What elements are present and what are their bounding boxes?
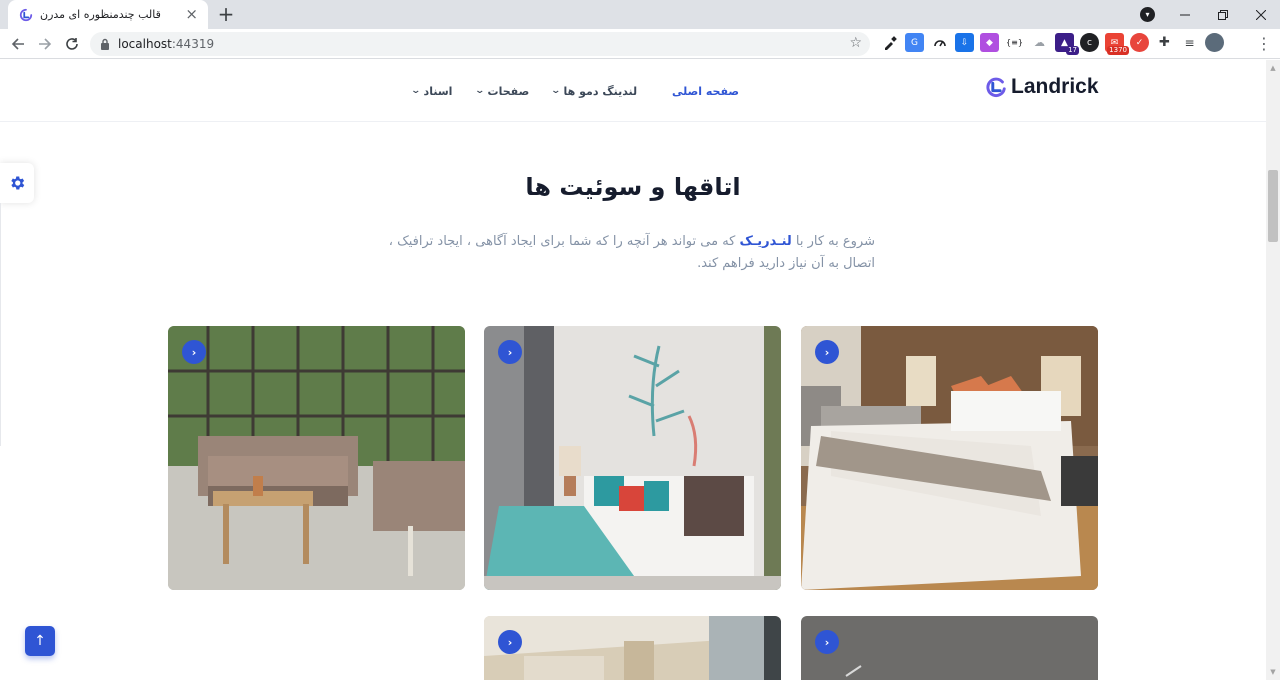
eyedropper-extension-icon[interactable]: [880, 33, 899, 52]
room-card[interactable]: ›: [168, 326, 465, 590]
room-card[interactable]: ›: [484, 616, 781, 680]
download-extension-icon[interactable]: ⇩: [955, 33, 974, 52]
card-link-arrow-icon[interactable]: ›: [815, 630, 839, 654]
section-subtitle: شروع به کار با لنـدریـک که می تواند هر آ…: [388, 234, 875, 271]
graduation-extension-icon[interactable]: ▲ 17: [1055, 33, 1079, 55]
room-card[interactable]: ›: [801, 616, 1098, 680]
code-extension-icon[interactable]: {≡}: [1005, 33, 1024, 52]
close-window-button[interactable]: [1242, 0, 1280, 29]
url-text: localhost:44319: [118, 37, 215, 51]
lock-icon[interactable]: [100, 38, 110, 50]
room-image: [801, 616, 1098, 680]
site-logo[interactable]: Landrick: [985, 75, 1099, 99]
window-controls: [1166, 0, 1280, 29]
back-arrow-icon[interactable]: [8, 34, 28, 54]
room-card[interactable]: ›: [801, 326, 1098, 590]
chevron-down-icon: ⌄: [410, 86, 422, 96]
room-image: [801, 326, 1098, 590]
card-link-arrow-icon[interactable]: ›: [498, 340, 522, 364]
scroll-down-icon[interactable]: ▼: [1269, 668, 1277, 676]
puzzle-extensions-icon[interactable]: ✚: [1155, 33, 1174, 52]
back-to-top-button[interactable]: ↑: [25, 626, 55, 656]
tab-title: قالب چندمنظوره ای مدرن: [40, 8, 161, 21]
room-card[interactable]: ›: [484, 326, 781, 590]
room-image: [484, 616, 781, 680]
page-viewport: Landrick صفحه اصلی لندینگ دمو ها ⌄ صفحات ⌄…: [0, 60, 1266, 680]
profile-avatar[interactable]: [1205, 33, 1224, 52]
forward-arrow-icon[interactable]: [35, 34, 55, 54]
scroll-up-icon[interactable]: ▲: [1269, 64, 1277, 72]
left-divider: [0, 203, 1, 446]
logo-text: Landrick: [1011, 75, 1099, 98]
card-link-arrow-icon[interactable]: ›: [815, 340, 839, 364]
site-header: Landrick صفحه اصلی لندینگ دمو ها ⌄ صفحات ⌄…: [0, 60, 1266, 122]
page-scrollbar[interactable]: ▲ ▼: [1266, 60, 1280, 680]
card-link-arrow-icon[interactable]: ›: [182, 340, 206, 364]
extensions-bar: G ⇩ ◆ {≡} ☁ ▲ 17 c ✉ 1370 ✓ ✚ ≡: [880, 33, 1224, 55]
landrick-favicon-icon: [18, 7, 34, 23]
brand-name: لنـدریـک: [739, 234, 792, 249]
speed-extension-icon[interactable]: [930, 33, 949, 52]
nav-item-home[interactable]: صفحه اصلی: [672, 81, 739, 101]
mail-extension-icon[interactable]: ✉ 1370: [1105, 33, 1129, 55]
red-check-extension-icon[interactable]: ✓: [1130, 33, 1149, 52]
restore-button[interactable]: [1204, 0, 1242, 29]
nav-item-landing-demos-label: لندینگ دمو ها: [563, 84, 638, 98]
browser-menu-icon[interactable]: ⋮: [1256, 34, 1272, 53]
room-image: [168, 326, 465, 590]
room-image: [484, 326, 781, 590]
nav-item-home-label: صفحه اصلی: [672, 84, 739, 98]
card-link-arrow-icon[interactable]: ›: [498, 630, 522, 654]
reading-list-icon[interactable]: ≡: [1180, 33, 1199, 52]
address-bar[interactable]: localhost:44319 ☆: [90, 32, 870, 56]
cloud-extension-icon[interactable]: ☁: [1030, 33, 1049, 52]
nav-item-pages-label: صفحات: [487, 84, 530, 98]
translate-extension-icon[interactable]: G: [905, 33, 924, 52]
nav-item-docs-label: اسناد: [423, 84, 453, 98]
profile-indicator-icon[interactable]: ▾: [1140, 7, 1155, 22]
chevron-down-icon: ⌄: [550, 86, 562, 96]
browser-tab[interactable]: قالب چندمنظوره ای مدرن ×: [8, 0, 208, 29]
new-tab-button[interactable]: +: [216, 4, 236, 24]
nav-item-pages[interactable]: صفحات ⌄: [474, 81, 530, 101]
landrick-logo-icon: [986, 77, 1006, 98]
section-title: اتاقها و سوئیت ها: [525, 173, 741, 201]
reload-icon[interactable]: [62, 34, 82, 54]
arrow-up-icon: ↑: [34, 633, 46, 649]
nav-item-landing-demos[interactable]: لندینگ دمو ها ⌄: [550, 81, 638, 101]
browser-toolbar: localhost:44319 ☆ G ⇩ ◆ {≡} ☁ ▲ 17 c ✉ 1…: [0, 29, 1280, 59]
tab-close-icon[interactable]: ×: [185, 7, 198, 22]
minimize-button[interactable]: [1166, 0, 1204, 29]
browser-tabstrip: قالب چندمنظوره ای مدرن × + ▾: [0, 0, 1280, 29]
black-circle-extension-icon[interactable]: c: [1080, 33, 1099, 52]
chevron-down-icon: ⌄: [474, 86, 486, 96]
bookmark-star-icon[interactable]: ☆: [849, 35, 862, 51]
nav-item-docs[interactable]: اسناد ⌄: [410, 81, 453, 101]
scroll-thumb[interactable]: [1268, 170, 1278, 242]
purple-extension-icon[interactable]: ◆: [980, 33, 999, 52]
